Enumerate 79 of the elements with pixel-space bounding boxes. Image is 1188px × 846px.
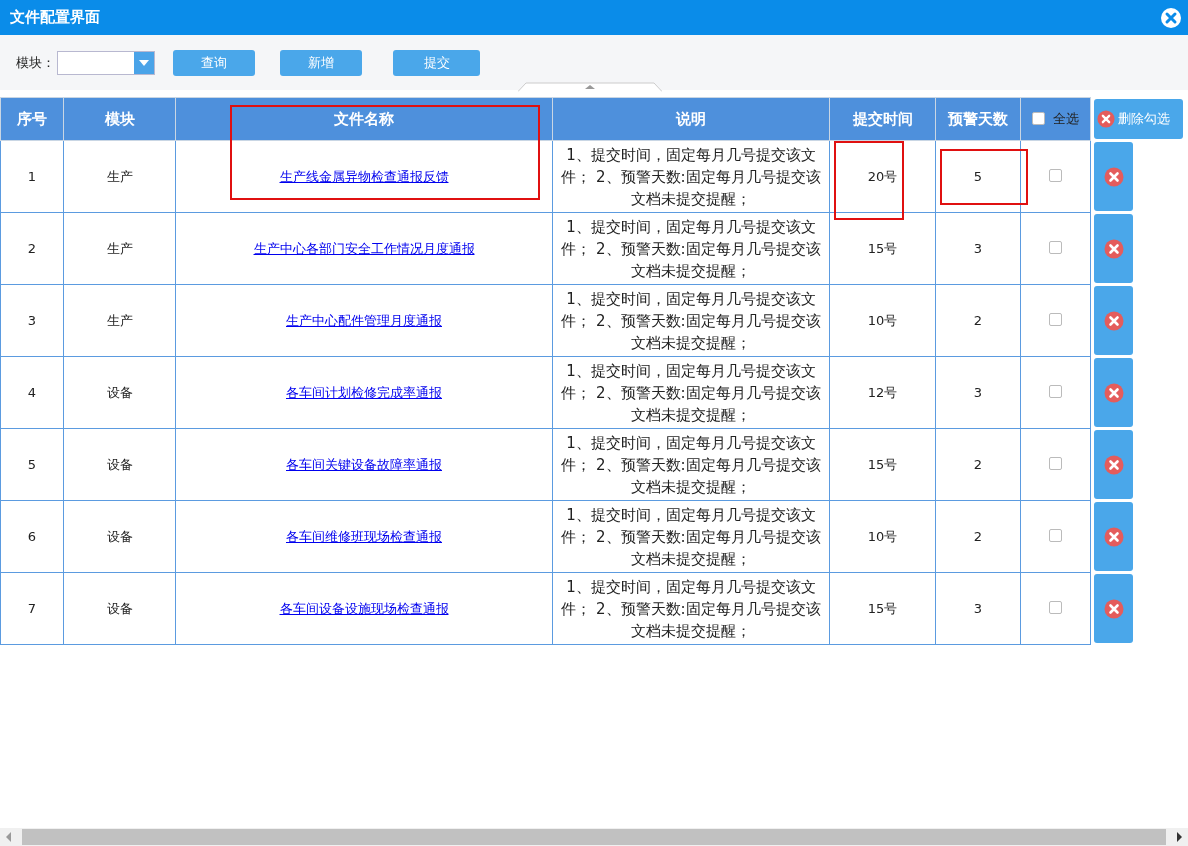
delete-row-button[interactable]	[1094, 214, 1133, 283]
select-all-label: 全选	[1053, 109, 1079, 128]
delete-row-button[interactable]	[1094, 286, 1133, 355]
table-cell: 5	[0, 428, 64, 501]
column-header: 序号	[0, 97, 64, 141]
row-checkbox[interactable]	[1049, 168, 1062, 182]
row-checkbox[interactable]	[1049, 456, 1062, 470]
delete-icon	[1103, 310, 1124, 331]
table-cell: 6	[0, 500, 64, 573]
column-header: 说明	[552, 97, 830, 141]
file-name-link[interactable]: 各车间关键设备故障率通报	[286, 456, 442, 472]
table-cell: 3	[935, 356, 1021, 429]
delete-icon	[1103, 166, 1124, 187]
table-cell: 3	[0, 284, 64, 357]
close-icon[interactable]	[1160, 6, 1182, 29]
table-cell: 2	[0, 212, 64, 285]
horizontal-scrollbar[interactable]	[0, 828, 1188, 846]
table-cell: 7	[0, 572, 64, 645]
row-checkbox[interactable]	[1049, 312, 1062, 326]
module-dropdown[interactable]	[57, 50, 155, 75]
delete-row-button[interactable]	[1094, 430, 1133, 499]
table-cell: 1、提交时间，固定每月几号提交该文件； 2、预警天数:固定每月几号提交该文档未提交提醒；	[552, 428, 830, 501]
row-checkbox[interactable]	[1049, 600, 1062, 614]
table-cell: 生产	[63, 284, 176, 357]
table-cell: 设备	[63, 500, 176, 573]
table-cell: 3	[935, 212, 1021, 285]
module-label: 模块：	[16, 53, 55, 72]
table-cell: 1	[0, 140, 64, 213]
delete-row-button[interactable]	[1094, 358, 1133, 427]
table-cell: 3	[935, 572, 1021, 645]
table-cell: 2	[935, 500, 1021, 573]
table-cell: 设备	[63, 572, 176, 645]
file-name-link[interactable]: 各车间维修班现场检查通报	[286, 528, 442, 544]
table-cell: 20号	[829, 140, 936, 213]
file-name-link[interactable]: 生产线金属异物检查通报反馈	[279, 168, 449, 184]
table-cell: 1、提交时间，固定每月几号提交该文件； 2、预警天数:固定每月几号提交该文档未提交提醒；	[552, 284, 830, 357]
table-cell: 生产	[63, 212, 176, 285]
table-cell: 1、提交时间，固定每月几号提交该文件； 2、预警天数:固定每月几号提交该文档未提交提醒；	[552, 140, 830, 213]
column-header: 提交时间	[829, 97, 936, 141]
table-cell: 15号	[829, 428, 936, 501]
column-header: 模块	[63, 97, 176, 141]
table-cell: 10号	[829, 500, 936, 573]
table-cell: 生产	[63, 140, 176, 213]
file-name-link[interactable]: 各车间设备设施现场检查通报	[279, 600, 449, 616]
select-all-checkbox[interactable]	[1032, 112, 1045, 126]
delete-row-button[interactable]	[1094, 142, 1133, 211]
table-cell: 10号	[829, 284, 936, 357]
table-cell: 5	[935, 140, 1021, 213]
table-cell: 设备	[63, 428, 176, 501]
delete-icon	[1103, 526, 1124, 547]
column-header: 文件名称	[175, 97, 553, 141]
row-checkbox[interactable]	[1049, 240, 1062, 254]
delete-icon	[1103, 598, 1124, 619]
table-cell: 12号	[829, 356, 936, 429]
delete-icon	[1103, 238, 1124, 259]
window-title: 文件配置界面	[10, 8, 100, 27]
file-name-link[interactable]: 生产中心各部门安全工作情况月度通报	[253, 240, 475, 256]
table-cell: 2	[935, 428, 1021, 501]
table-cell: 1、提交时间，固定每月几号提交该文件； 2、预警天数:固定每月几号提交该文档未提交提醒；	[552, 572, 830, 645]
table-cell: 2	[935, 284, 1021, 357]
delete-row-button[interactable]	[1094, 574, 1133, 643]
collapse-handle-icon[interactable]	[518, 82, 662, 92]
delete-icon	[1097, 110, 1115, 128]
table-cell: 1、提交时间，固定每月几号提交该文件； 2、预警天数:固定每月几号提交该文档未提交提醒；	[552, 500, 830, 573]
column-header: 预警天数	[935, 97, 1021, 141]
file-name-link[interactable]: 各车间计划检修完成率通报	[286, 384, 442, 400]
row-checkbox[interactable]	[1049, 384, 1062, 398]
table-cell: 1、提交时间，固定每月几号提交该文件； 2、预警天数:固定每月几号提交该文档未提交提醒；	[552, 356, 830, 429]
delete-row-button[interactable]	[1094, 502, 1133, 571]
table-cell: 15号	[829, 572, 936, 645]
table-cell: 1、提交时间，固定每月几号提交该文件； 2、预警天数:固定每月几号提交该文档未提交提醒；	[552, 212, 830, 285]
table-cell: 15号	[829, 212, 936, 285]
row-checkbox[interactable]	[1049, 528, 1062, 542]
delete-icon	[1103, 454, 1124, 475]
table-cell: 设备	[63, 356, 176, 429]
delete-icon	[1103, 382, 1124, 403]
table-cell: 4	[0, 356, 64, 429]
dropdown-caret-icon	[139, 59, 149, 66]
file-name-link[interactable]: 生产中心配件管理月度通报	[286, 312, 442, 328]
